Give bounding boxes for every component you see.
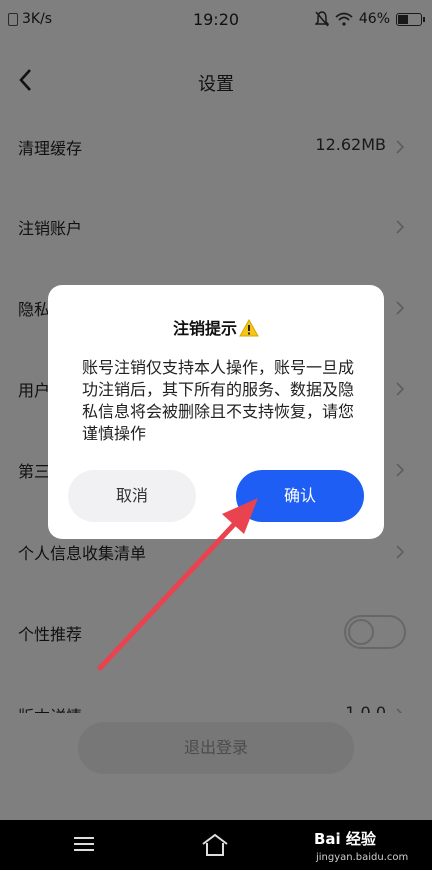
home-icon[interactable]	[200, 831, 230, 859]
system-nav-bar: Bai 经验 jingyan.baidu.com	[0, 820, 432, 870]
menu-icon[interactable]	[72, 834, 96, 854]
dialog-confirm-button[interactable]: 确认	[236, 470, 364, 522]
dialog-title-row: 注销提示	[48, 315, 384, 339]
dialog-message: 账号注销仅支持本人操作，账号一旦成功注销后，其下所有的服务、数据及隐私信息将会被…	[82, 358, 355, 443]
watermark-url: jingyan.baidu.com	[316, 852, 409, 863]
dialog-title: 注销提示	[172, 319, 237, 338]
watermark-logo: Bai 经验	[314, 830, 376, 848]
warning-icon	[239, 319, 259, 337]
cancel-account-dialog: 注销提示 账号注销仅支持本人操作，账号一旦成功注销后，其下所有的服务、数据及隐私…	[48, 285, 384, 539]
dialog-cancel-button[interactable]: 取消	[68, 470, 196, 522]
